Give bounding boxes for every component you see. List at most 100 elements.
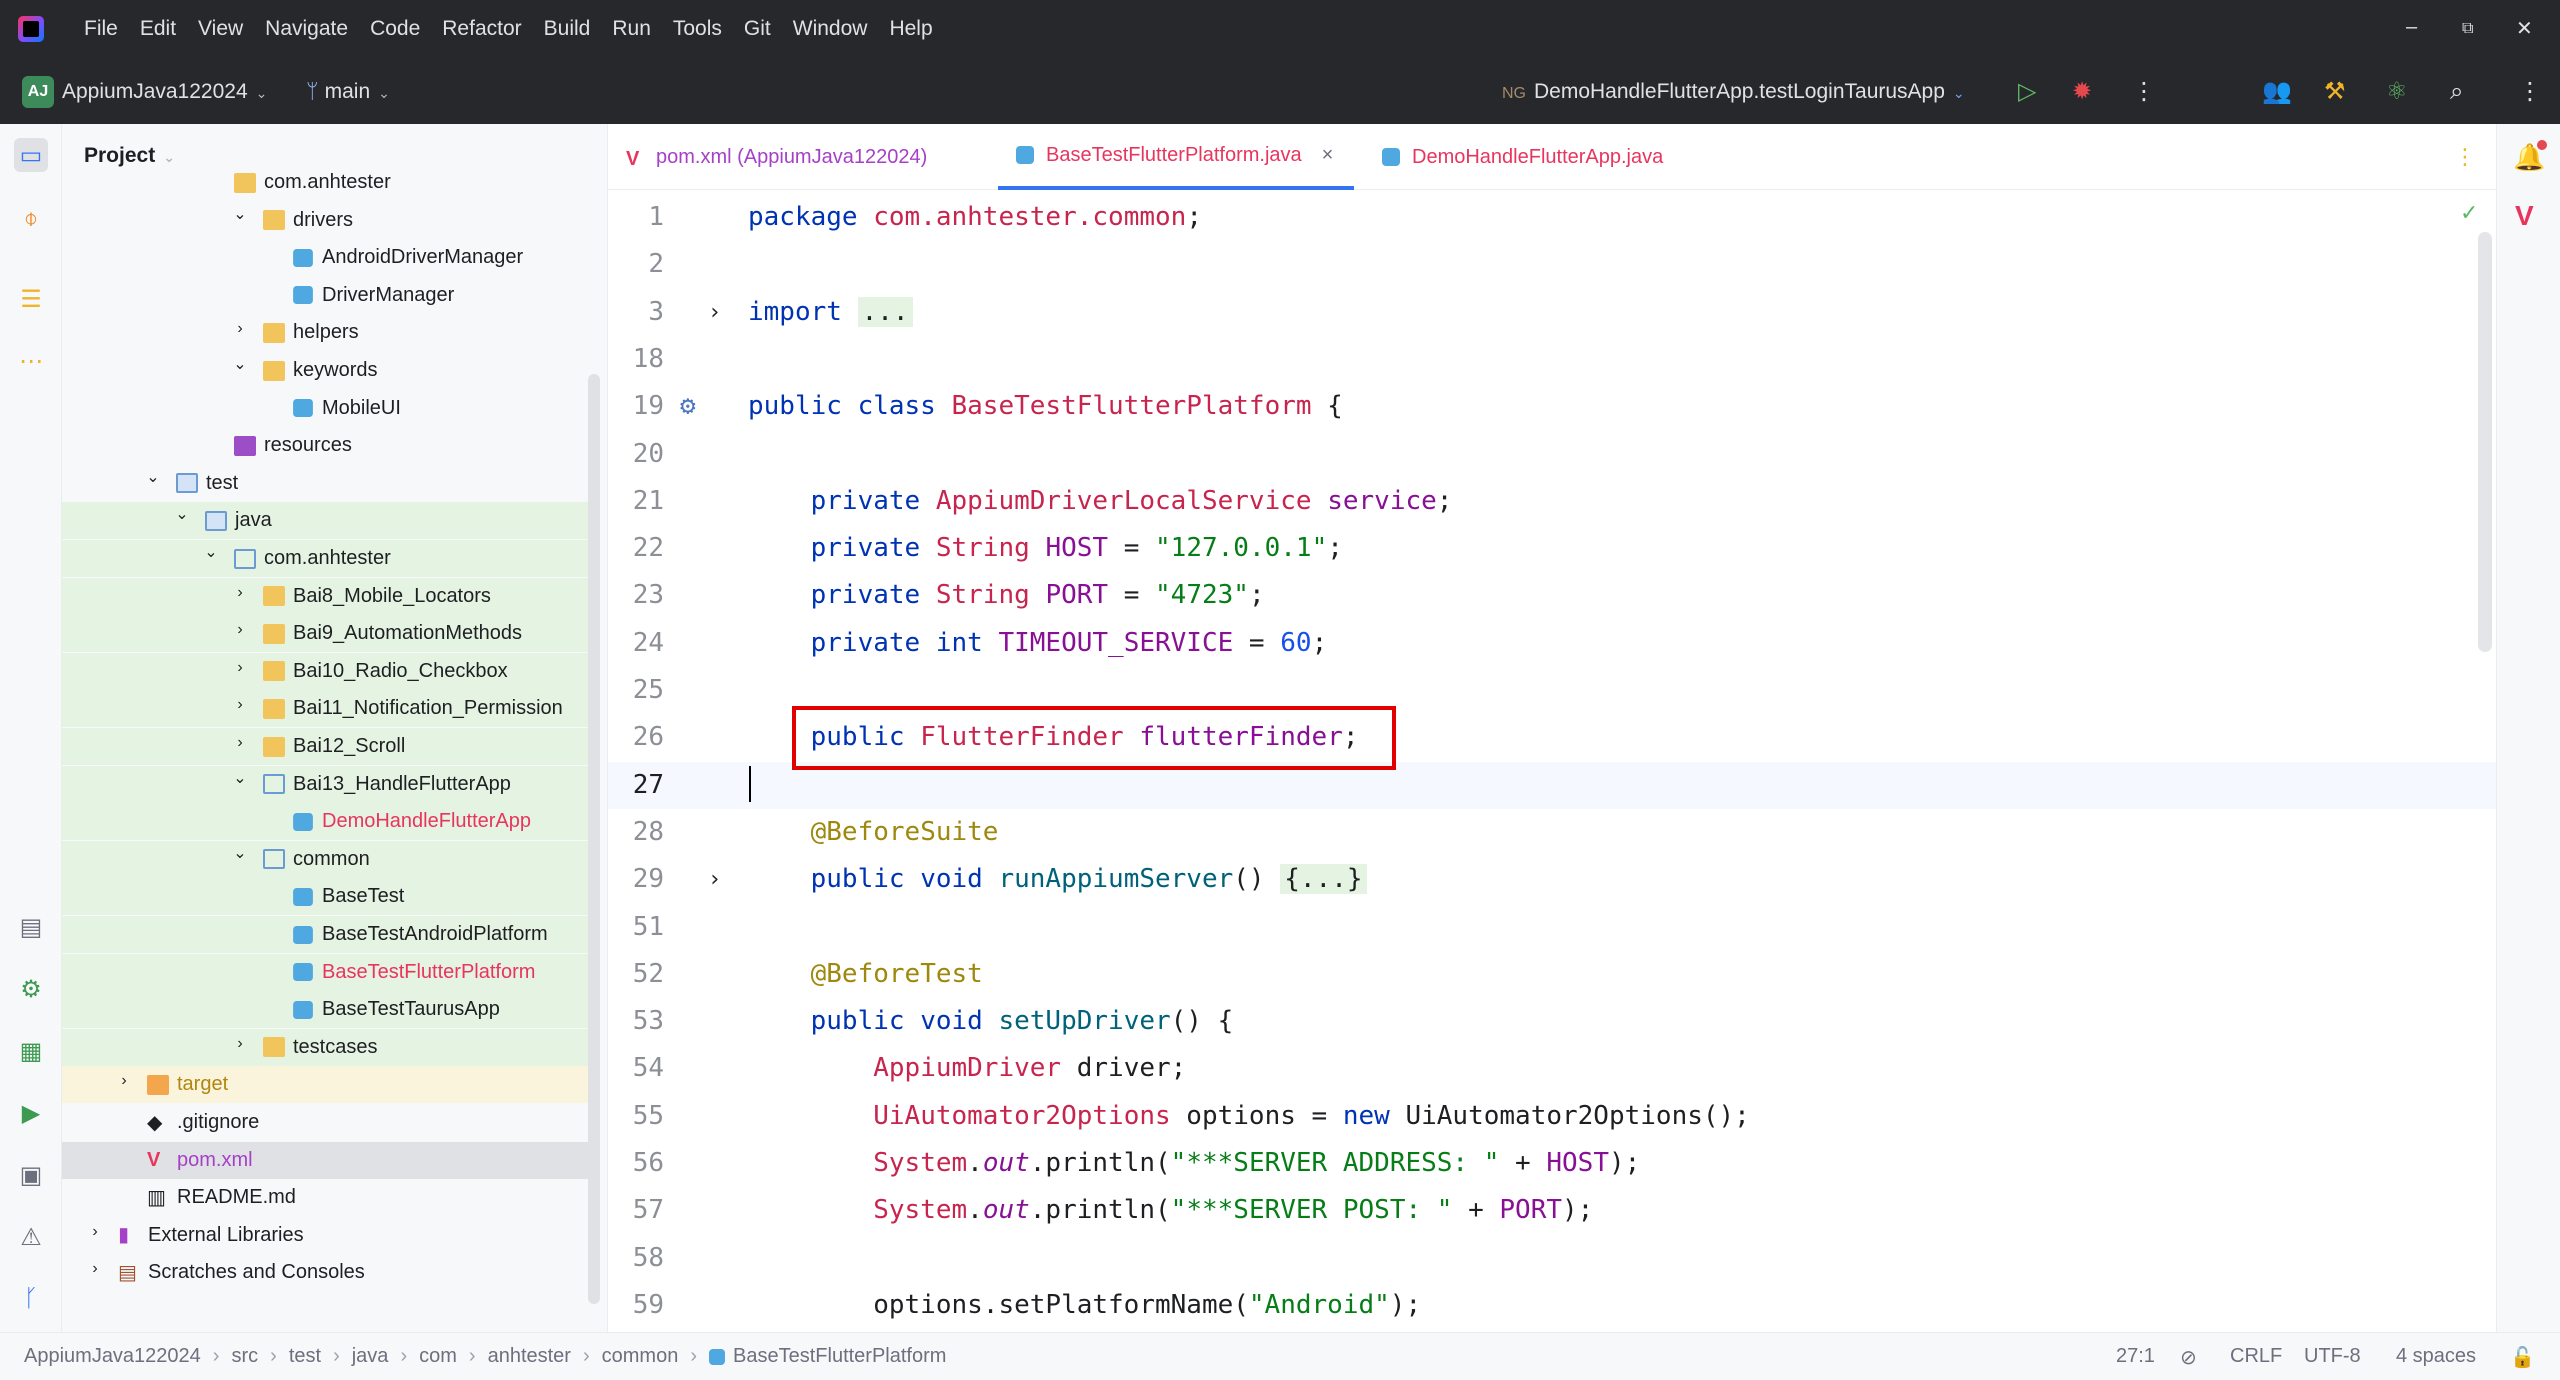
chevron-right-icon[interactable]: › bbox=[231, 659, 249, 677]
editor-tab[interactable]: DemoHandleFlutterApp.java bbox=[1364, 124, 1681, 190]
tree-item[interactable]: MobileUI bbox=[62, 390, 592, 427]
maven-tool-icon[interactable]: V bbox=[2515, 200, 2534, 232]
bookmarks-tool-icon[interactable]: ▤ bbox=[14, 910, 48, 944]
chevron-right-icon[interactable]: › bbox=[231, 696, 249, 714]
run-tool-icon[interactable]: ▶ bbox=[14, 1096, 48, 1130]
restore-icon[interactable]: ⧉ bbox=[2462, 20, 2473, 38]
menu-code[interactable]: Code bbox=[370, 17, 420, 41]
line-number[interactable]: 20 bbox=[608, 431, 664, 478]
code-line[interactable]: 55 UiAutomator2Options options = new UiA… bbox=[608, 1093, 2496, 1140]
code-text[interactable]: public void runAppiumServer() {...} bbox=[748, 856, 1367, 903]
file-encoding[interactable]: UTF-8 bbox=[2304, 1345, 2361, 1368]
chevron-right-icon[interactable]: › bbox=[86, 1260, 104, 1278]
tree-item[interactable]: resources bbox=[62, 427, 592, 464]
line-number[interactable]: 19 bbox=[608, 383, 664, 430]
menu-view[interactable]: View bbox=[198, 17, 243, 41]
code-text[interactable]: private AppiumDriverLocalService service… bbox=[748, 478, 1453, 525]
breadcrumb-item[interactable]: test bbox=[289, 1345, 321, 1368]
tree-item[interactable]: ⌄ common bbox=[62, 840, 592, 878]
tree-item[interactable]: BaseTest bbox=[62, 878, 592, 916]
chevron-down-icon[interactable]: ⌄ bbox=[231, 843, 249, 863]
chevron-right-icon[interactable]: › bbox=[231, 584, 249, 602]
code-text[interactable]: private int TIMEOUT_SERVICE = 60; bbox=[748, 620, 1328, 667]
tools-icon[interactable]: ⚒ bbox=[2324, 78, 2346, 106]
code-line[interactable]: 59 options.setPlatformName("Android"); bbox=[608, 1282, 2496, 1329]
menu-run[interactable]: Run bbox=[612, 17, 651, 41]
line-number[interactable]: 56 bbox=[608, 1140, 664, 1187]
line-number[interactable]: 52 bbox=[608, 951, 664, 998]
code-line[interactable]: 54 AppiumDriver driver; bbox=[608, 1045, 2496, 1092]
code-text[interactable]: @BeforeSuite bbox=[748, 809, 999, 856]
close-icon[interactable]: ✕ bbox=[2516, 16, 2533, 41]
menu-git[interactable]: Git bbox=[744, 17, 771, 41]
tree-item[interactable]: DemoHandleFlutterApp bbox=[62, 803, 592, 841]
code-line[interactable]: 19 ⚙ public class BaseTestFlutterPlatform … bbox=[608, 383, 2496, 430]
code-text[interactable]: System.out.println("***SERVER ADDRESS: "… bbox=[748, 1140, 1640, 1187]
tree-item[interactable]: › Bai11_Notification_Permission bbox=[62, 690, 592, 728]
breadcrumb-item[interactable]: BaseTestFlutterPlatform bbox=[733, 1345, 946, 1368]
tree-item[interactable]: ⌄ com.anhtester bbox=[62, 540, 592, 577]
code-line[interactable]: 53 public void setUpDriver() { bbox=[608, 998, 2496, 1045]
line-number[interactable]: 26 bbox=[608, 714, 664, 761]
tree-item[interactable]: DriverManager bbox=[62, 277, 592, 314]
code-line[interactable]: 2 bbox=[608, 241, 2496, 288]
close-tab-icon[interactable]: × bbox=[1322, 144, 1334, 167]
debug-icon[interactable]: ✹ bbox=[2072, 78, 2092, 106]
line-number[interactable]: 51 bbox=[608, 904, 664, 951]
code-text[interactable]: package com.anhtester.common; bbox=[748, 194, 1202, 241]
chevron-right-icon[interactable]: › bbox=[231, 621, 249, 639]
project-switcher[interactable]: AppiumJava122024 ⌄ bbox=[62, 80, 267, 104]
code-line[interactable]: 29 › public void runAppiumServer() {...} bbox=[608, 856, 2496, 903]
services-tool-icon[interactable]: ⚙ bbox=[14, 972, 48, 1006]
code-line[interactable]: 18 bbox=[608, 336, 2496, 383]
line-number[interactable]: 28 bbox=[608, 809, 664, 856]
settings-menu-icon[interactable]: ⋮ bbox=[2518, 78, 2542, 106]
lock-icon[interactable]: 🔓 bbox=[2510, 1345, 2535, 1370]
breadcrumb-item[interactable]: AppiumJava122024 bbox=[24, 1345, 201, 1368]
menu-navigate[interactable]: Navigate bbox=[265, 17, 348, 41]
inspections-icon[interactable]: ⊘ bbox=[2180, 1345, 2197, 1370]
code-text[interactable]: public void setUpDriver() { bbox=[748, 998, 1234, 1045]
chevron-down-icon[interactable]: ⌄ bbox=[231, 204, 249, 224]
line-number[interactable]: 22 bbox=[608, 525, 664, 572]
line-ending[interactable]: CRLF bbox=[2230, 1345, 2282, 1368]
menu-refactor[interactable]: Refactor bbox=[442, 17, 521, 41]
tree-item[interactable]: › Bai10_Radio_Checkbox bbox=[62, 652, 592, 690]
line-number[interactable]: 55 bbox=[608, 1093, 664, 1140]
code-line[interactable]: 1 package com.anhtester.common; bbox=[608, 194, 2496, 241]
code-line[interactable]: 21 private AppiumDriverLocalService serv… bbox=[608, 478, 2496, 525]
tree-item[interactable]: ⌄ drivers bbox=[62, 202, 592, 239]
tree-item[interactable]: › Bai8_Mobile_Locators bbox=[62, 577, 592, 615]
code-line[interactable]: 51 bbox=[608, 904, 2496, 951]
line-number[interactable]: 54 bbox=[608, 1045, 664, 1092]
code-text[interactable]: System.out.println("***SERVER POST: " + … bbox=[748, 1187, 1593, 1234]
menu-window[interactable]: Window bbox=[793, 17, 868, 41]
code-line[interactable]: 52 @BeforeTest bbox=[608, 951, 2496, 998]
tree-item[interactable]: ⌄ keywords bbox=[62, 352, 592, 389]
line-number[interactable]: 25 bbox=[608, 667, 664, 714]
code-text[interactable]: private String HOST = "127.0.0.1"; bbox=[748, 525, 1343, 572]
chevron-right-icon[interactable]: › bbox=[231, 320, 249, 338]
structure-tool-icon[interactable]: ☰ bbox=[14, 282, 48, 316]
chevron-right-icon[interactable]: › bbox=[115, 1072, 133, 1090]
chevron-right-icon[interactable]: › bbox=[231, 734, 249, 752]
code-with-me-icon[interactable]: 👥 bbox=[2262, 78, 2292, 106]
line-number[interactable]: 21 bbox=[608, 478, 664, 525]
project-badge[interactable]: AJ bbox=[22, 76, 54, 108]
project-scrollbar[interactable] bbox=[588, 374, 600, 1304]
code-line[interactable]: 23 private String PORT = "4723"; bbox=[608, 572, 2496, 619]
chevron-right-icon[interactable]: › bbox=[231, 1035, 249, 1053]
code-line[interactable]: 28 @BeforeSuite bbox=[608, 809, 2496, 856]
menu-file[interactable]: File bbox=[84, 17, 118, 41]
more-actions-icon[interactable]: ⋮ bbox=[2132, 78, 2156, 106]
chevron-down-icon[interactable]: ⌄ bbox=[202, 542, 220, 562]
line-number[interactable]: 2 bbox=[608, 241, 664, 288]
tree-item[interactable]: › helpers bbox=[62, 314, 592, 351]
menu-build[interactable]: Build bbox=[544, 17, 591, 41]
tree-item[interactable]: AndroidDriverManager bbox=[62, 239, 592, 276]
code-text[interactable]: private String PORT = "4723"; bbox=[748, 572, 1265, 619]
code-text[interactable]: AppiumDriver driver; bbox=[748, 1045, 1186, 1092]
gutter-run-icon[interactable]: ⚙ bbox=[680, 383, 696, 430]
line-number[interactable]: 59 bbox=[608, 1282, 664, 1329]
menu-help[interactable]: Help bbox=[889, 17, 932, 41]
